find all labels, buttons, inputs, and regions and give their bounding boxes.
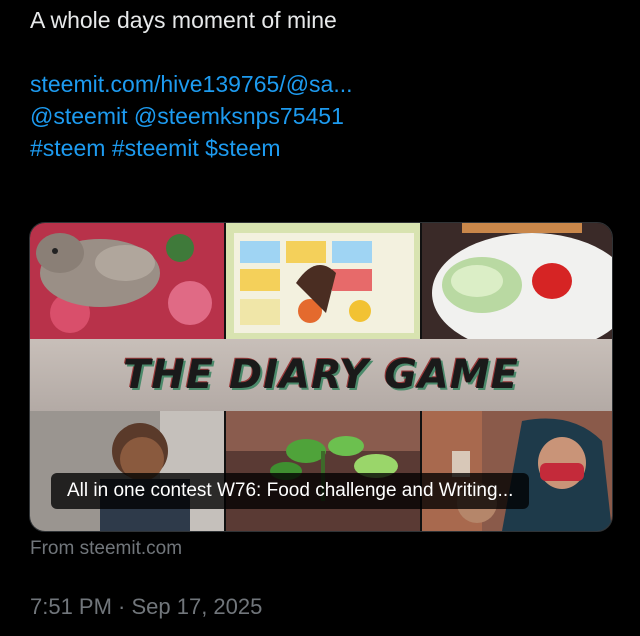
link-preview-card[interactable]: THE DIARY GAME All in one contest W76: F… bbox=[29, 222, 613, 532]
tweet-hashtags[interactable]: #steem #steemit $steem bbox=[30, 132, 620, 164]
cat-photo bbox=[30, 223, 224, 339]
card-source[interactable]: From steemit.com bbox=[30, 538, 182, 560]
diary-game-banner: THE DIARY GAME bbox=[30, 339, 612, 411]
banner-title: THE DIARY GAME bbox=[123, 352, 519, 398]
selfie-photo bbox=[422, 411, 612, 531]
tweet-timestamp[interactable]: 7:51 PM · Sep 17, 2025 bbox=[30, 594, 262, 620]
alphabet-book-photo bbox=[226, 223, 420, 339]
tweet-text: A whole days moment of mine steemit.com/… bbox=[30, 4, 620, 164]
plant-photo bbox=[226, 411, 420, 531]
tweet-mentions[interactable]: @steemit @steemksnps75451 bbox=[30, 100, 620, 132]
tweet-body-text: A whole days moment of mine bbox=[30, 7, 337, 33]
tweet-link[interactable]: steemit.com/hive139765/@sa... bbox=[30, 68, 620, 100]
child-photo bbox=[30, 411, 224, 531]
card-caption: All in one contest W76: Food challenge a… bbox=[51, 473, 530, 509]
food-plate-photo bbox=[422, 223, 612, 339]
